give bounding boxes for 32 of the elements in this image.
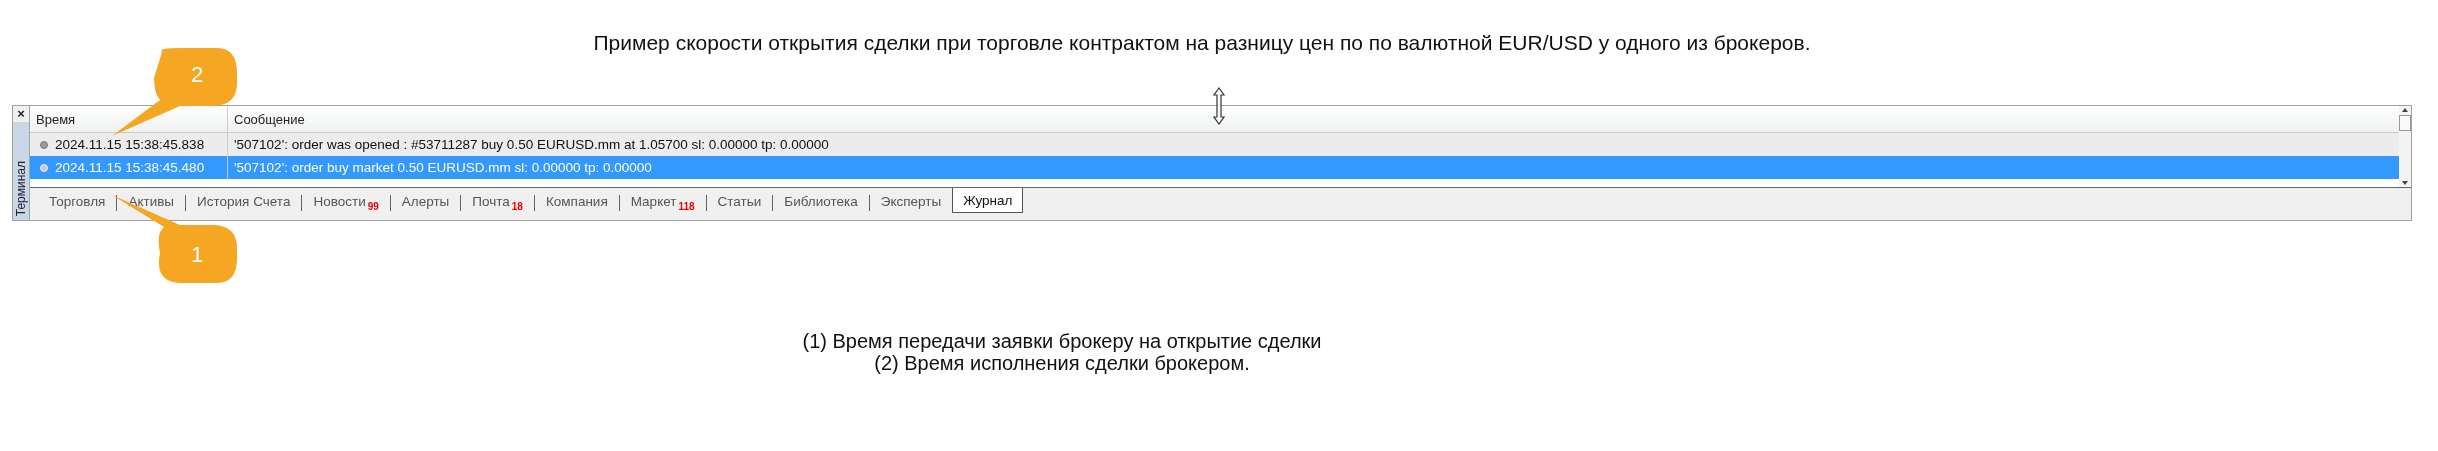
tab[interactable]: История Счета — [186, 188, 302, 214]
tab[interactable]: Активы — [117, 188, 186, 214]
scroll-down-icon[interactable] — [2402, 181, 2408, 186]
tab[interactable]: Статьи — [706, 188, 773, 214]
message-cell-text: '507102': order buy market 0.50 EURUSD.mm sl: 0.00000 tp: 0.00000 — [233, 159, 653, 177]
scroll-up-icon[interactable] — [2402, 108, 2408, 112]
status-dot-icon — [40, 140, 48, 149]
tab[interactable]: Торговля — [38, 188, 117, 214]
tab[interactable]: Эксперты — [869, 188, 953, 214]
callout-number: 1 — [191, 242, 204, 268]
column-header[interactable]: Сообщение — [228, 106, 2399, 132]
time-cell: 2024.11.15 15:38:45.480 — [55, 160, 205, 175]
tab[interactable]: Журнал — [952, 188, 1024, 214]
tab[interactable]: Новости$_{99}$ — [302, 188, 390, 216]
terminal-title: Терминал — [14, 160, 28, 216]
note-text: (1) Время передачи заявки брокеру на открытие сделки — [801, 330, 1323, 352]
close-button[interactable]: × — [13, 106, 29, 122]
log-row[interactable]: 2024.11.15 15:38:45.838 '507102': order was opened : #53711287 buy 0.50 EURUSD.mm at 1.05700 sl: 0.00000 tp: 0.00000 — [30, 133, 2399, 156]
time-cell: 2024.11.15 15:38:45.838 — [55, 137, 205, 152]
resize-cursor-icon — [1212, 87, 1226, 125]
tab[interactable]: Библиотека — [773, 188, 869, 214]
heading-text: Пример скорости открытия сделки при торговле контрактом на разницу цен по по валютной EUR/USD у одного из брокеров. — [592, 30, 1812, 56]
tab[interactable]: Маркет$_{118}$ — [619, 188, 706, 216]
scroll-thumb[interactable] — [2399, 115, 2411, 131]
scrollbar[interactable] — [2399, 106, 2411, 188]
tab[interactable]: Почта$_{18}$ — [461, 188, 534, 216]
note-text: (2) Время исполнения сделки брокером. — [873, 352, 1251, 374]
tab[interactable]: Компания — [534, 188, 619, 214]
status-dot-icon — [40, 163, 48, 172]
message-cell-text: '507102': order was opened : #53711287 buy 0.50 EURUSD.mm at 1.05700 sl: 0.00000 tp: 0.00000 — [233, 136, 830, 154]
callout-number: 2 — [191, 62, 204, 88]
tab[interactable]: Алерты — [390, 188, 461, 214]
